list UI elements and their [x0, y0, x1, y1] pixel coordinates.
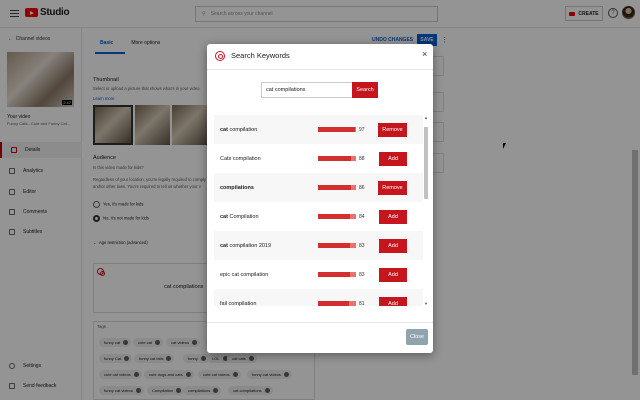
keyword-result-row: epic cat compilation 83 Add	[214, 260, 423, 289]
add-keyword-button[interactable]: Add	[379, 296, 407, 306]
keyword-text: compilations	[220, 185, 254, 191]
score-bar-fill	[318, 272, 350, 277]
close-icon[interactable]: ×	[422, 49, 427, 59]
score-bar	[318, 185, 356, 190]
score-bar-fill	[318, 127, 355, 132]
results-scrollbar[interactable]: ▲ ▼	[424, 115, 429, 306]
keyword-rest: epic cat compilation	[220, 271, 269, 278]
add-keyword-button[interactable]: Add	[379, 267, 407, 282]
add-keyword-button[interactable]: Add	[379, 209, 407, 224]
keyword-results-list: cat compilation 97 Remove Cats compilation 8…	[214, 115, 423, 306]
keyword-text: cat compilation 2019	[220, 243, 271, 249]
keyword-search-input[interactable]: cat compilations	[261, 82, 353, 98]
scroll-up-icon[interactable]: ▲	[424, 115, 428, 120]
scrollbar-thumb[interactable]	[424, 127, 428, 199]
score-bar	[318, 301, 356, 306]
score-value: 97	[359, 126, 365, 133]
remove-keyword-button[interactable]: Remove	[378, 180, 407, 195]
keyword-match: compilations	[220, 184, 254, 191]
add-keyword-button[interactable]: Add	[379, 151, 407, 166]
keyword-text: epic cat compilation	[220, 272, 268, 278]
score-bar-fill	[318, 301, 349, 306]
keyword-match: cat	[220, 242, 228, 249]
modal-divider	[207, 69, 433, 70]
score-value: 81	[359, 300, 365, 307]
keyword-result-row: cat compilation 97 Remove	[214, 115, 423, 144]
keyword-result-row: fail compilation 81 Add	[214, 289, 423, 306]
keyword-text: cat Compilation	[220, 214, 259, 220]
score-value: 84	[359, 213, 365, 220]
keyword-rest: Cats compilation	[220, 155, 261, 162]
score-bar-fill	[318, 185, 351, 190]
keyword-result-row: cat compilation 2019 83 Add	[214, 231, 423, 260]
keyword-text: Cats compilation	[220, 156, 261, 162]
modal-title: Search Keywords	[231, 51, 290, 60]
score-bar	[318, 156, 356, 161]
keyword-rest: compilation	[227, 126, 258, 133]
score-value: 83	[359, 242, 365, 249]
keyword-rest: compilation 2019	[227, 242, 272, 249]
search-button[interactable]: Search	[352, 82, 378, 98]
score-value: 86	[359, 184, 365, 191]
score-bar	[318, 127, 356, 132]
keyword-rest: fail compilation	[220, 300, 257, 307]
score-bar	[318, 214, 356, 219]
score-bar	[318, 243, 356, 248]
keyword-tool-icon	[215, 51, 225, 61]
score-value: 88	[359, 155, 365, 162]
score-bar	[318, 272, 356, 277]
score-value: 83	[359, 271, 365, 278]
keyword-result-row: Cats compilation 88 Add	[214, 144, 423, 173]
mouse-cursor	[503, 143, 509, 149]
score-bar-fill	[318, 214, 350, 219]
keyword-match: cat	[220, 126, 228, 133]
scroll-down-icon[interactable]: ▼	[424, 301, 428, 306]
keyword-result-row: cat Compilation 84 Add	[214, 202, 423, 231]
modal-divider	[207, 322, 433, 323]
keyword-text: cat compilation	[220, 127, 257, 133]
keyword-match: cat	[220, 213, 228, 220]
score-bar-fill	[318, 156, 352, 161]
keyword-result-row: compilations 86 Remove	[214, 173, 423, 202]
add-keyword-button[interactable]: Add	[379, 238, 407, 253]
close-button[interactable]: Close	[406, 329, 428, 345]
keyword-rest: Compilation	[227, 213, 259, 220]
keyword-text: fail compilation	[220, 301, 256, 307]
score-bar-fill	[318, 243, 350, 248]
remove-keyword-button[interactable]: Remove	[378, 122, 407, 137]
